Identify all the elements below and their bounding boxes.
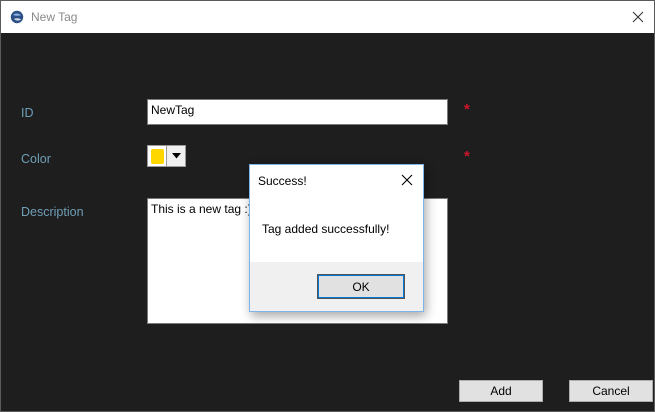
window-title: New Tag	[31, 10, 78, 24]
color-label: Color	[21, 152, 51, 166]
id-label: ID	[21, 106, 34, 120]
ok-button[interactable]: OK	[317, 274, 405, 299]
app-globe-icon	[10, 10, 24, 24]
success-dialog: Success! Tag added successfully! OK	[249, 164, 424, 312]
dialog-message: Tag added successfully!	[262, 222, 390, 236]
color-dropdown-button[interactable]	[167, 146, 185, 166]
color-swatch	[148, 146, 167, 166]
dialog-title-bar[interactable]: Success!	[250, 165, 423, 195]
id-required-marker: *	[464, 101, 470, 118]
id-input[interactable]: NewTag	[147, 99, 448, 125]
color-swatch-fill	[150, 148, 164, 164]
dialog-body: Tag added successfully!	[250, 195, 423, 262]
window-close-button[interactable]	[622, 1, 654, 33]
dialog-close-button[interactable]	[395, 169, 419, 191]
chevron-down-icon	[171, 153, 181, 159]
title-bar[interactable]: New Tag	[1, 1, 654, 33]
cancel-button[interactable]: Cancel	[569, 380, 653, 402]
new-tag-window: New Tag ID NewTag * Color * Description …	[0, 0, 655, 412]
dialog-title: Success!	[258, 174, 307, 188]
color-picker[interactable]	[147, 145, 186, 167]
color-required-marker: *	[464, 148, 470, 165]
add-button[interactable]: Add	[459, 380, 543, 402]
description-label: Description	[21, 205, 84, 219]
close-icon	[632, 11, 644, 23]
close-icon	[401, 174, 413, 186]
